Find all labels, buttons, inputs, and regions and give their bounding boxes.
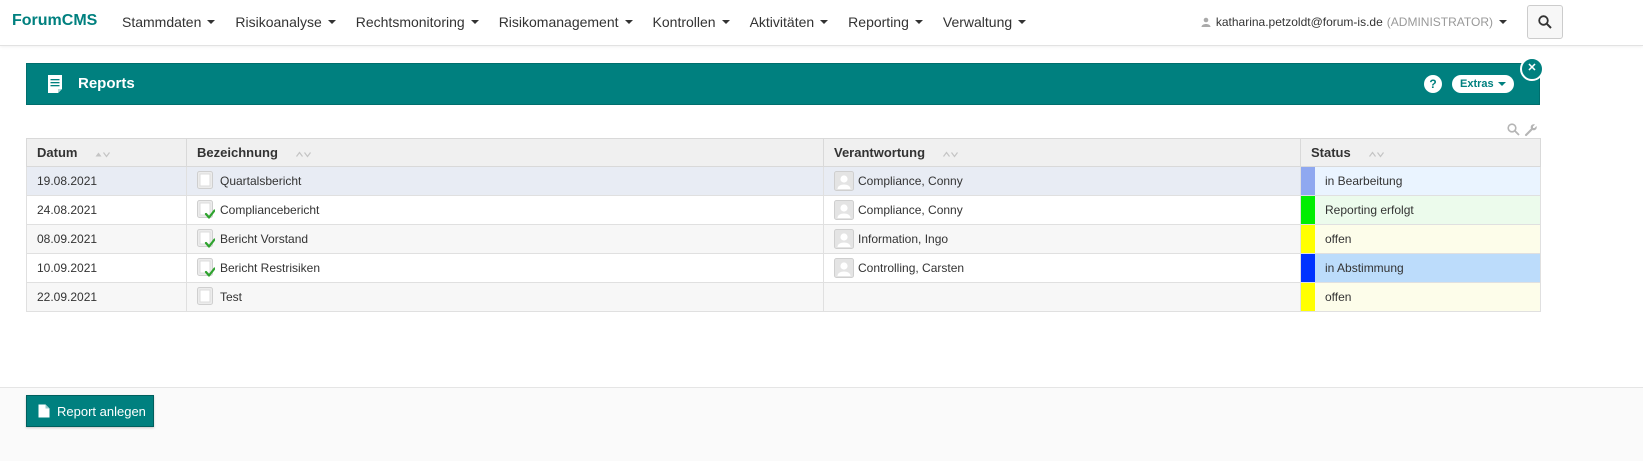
main-menu: Stammdaten Risikoanalyse Rechtsmonitorin… — [112, 0, 1036, 44]
caret-down-icon — [1499, 20, 1507, 24]
nav-item-risikomanagement[interactable]: Risikomanagement — [489, 0, 643, 44]
search-icon — [1538, 15, 1552, 29]
cell-status: offen — [1300, 224, 1541, 254]
cell-bezeichnung[interactable]: Compliancebericht — [186, 195, 824, 225]
cell-datum: 22.09.2021 — [26, 282, 187, 312]
nav-item-aktivitaeten[interactable]: Aktivitäten — [740, 0, 839, 44]
status-label: offen — [1325, 232, 1352, 246]
person-avatar-icon — [834, 171, 854, 191]
nav-item-stammdaten[interactable]: Stammdaten — [112, 0, 225, 44]
caret-down-icon — [820, 20, 829, 24]
nav-item-reporting[interactable]: Reporting — [838, 0, 933, 44]
status-label: in Bearbeitung — [1325, 174, 1403, 188]
status-color-indicator — [1301, 167, 1315, 195]
cell-datum: 08.09.2021 — [26, 224, 187, 254]
cell-bezeichnung[interactable]: Quartalsbericht — [186, 166, 824, 196]
column-header-bezeichnung[interactable]: Bezeichnung — [186, 138, 824, 167]
column-header-verantwortung[interactable]: Verantwortung — [823, 138, 1301, 167]
caret-down-icon — [470, 20, 479, 24]
nav-item-risikoanalyse[interactable]: Risikoanalyse — [225, 0, 345, 44]
document-icon — [197, 287, 213, 305]
caret-down-icon — [914, 20, 923, 24]
document-check-icon — [197, 200, 215, 219]
table-row[interactable]: 10.09.2021 Bericht Restrisiken Controlling… — [26, 253, 1541, 283]
user-menu[interactable]: katharina.petzoldt@forum-is.de (ADMINIST… — [1201, 0, 1507, 44]
document-check-icon — [197, 229, 215, 248]
cell-verantwortung — [823, 282, 1301, 312]
cell-status: in Abstimmung — [1300, 253, 1541, 283]
table-search-icon[interactable] — [1507, 123, 1520, 136]
column-header-status[interactable]: Status — [1300, 138, 1541, 167]
table-row[interactable]: 08.09.2021 Bericht Vorstand Information, I… — [26, 224, 1541, 254]
person-avatar-icon — [834, 229, 854, 249]
document-check-icon — [197, 258, 215, 277]
cell-status: in Bearbeitung — [1300, 166, 1541, 196]
cell-verantwortung: Controlling, Carsten — [823, 253, 1301, 283]
status-color-indicator — [1301, 225, 1315, 253]
cell-datum: 10.09.2021 — [26, 253, 187, 283]
status-color-indicator — [1301, 283, 1315, 311]
status-label: offen — [1325, 290, 1352, 304]
caret-down-icon — [1497, 82, 1506, 86]
nav-item-kontrollen[interactable]: Kontrollen — [643, 0, 740, 44]
brand-logo[interactable]: ForumCMS — [12, 12, 97, 30]
nav-item-verwaltung[interactable]: Verwaltung — [933, 0, 1036, 44]
reports-panel-header: Reports ? Extras — [26, 63, 1540, 105]
reports-table-body: 19.08.2021 Quartalsbericht Compliance, Con… — [26, 166, 1541, 312]
caret-down-icon — [207, 20, 216, 24]
user-icon — [1201, 17, 1211, 27]
global-search-button[interactable] — [1527, 5, 1563, 39]
table-header-row: Datum Bezeichnung Verantwortung Status — [26, 138, 1541, 167]
status-color-indicator — [1301, 254, 1315, 282]
sort-icon — [1368, 151, 1384, 158]
nav-item-rechtsmonitoring[interactable]: Rechtsmonitoring — [346, 0, 489, 44]
cell-datum: 24.08.2021 — [26, 195, 187, 225]
footer-bar — [0, 387, 1643, 461]
table-row[interactable]: 19.08.2021 Quartalsbericht Compliance, Con… — [26, 166, 1541, 196]
settings-wrench-icon[interactable] — [1524, 123, 1538, 137]
document-icon — [197, 171, 213, 189]
document-list-icon — [48, 75, 62, 93]
cell-verantwortung: Information, Ingo — [823, 224, 1301, 254]
person-avatar-icon — [834, 200, 854, 220]
caret-down-icon — [327, 20, 336, 24]
user-email: katharina.petzoldt@forum-is.de — [1215, 15, 1383, 29]
help-button[interactable]: ? — [1424, 75, 1442, 93]
cell-verantwortung: Compliance, Conny — [823, 195, 1301, 225]
status-label: Reporting erfolgt — [1325, 203, 1414, 217]
create-report-button[interactable]: Report anlegen — [26, 395, 154, 427]
new-document-icon — [38, 404, 50, 418]
caret-down-icon — [624, 20, 633, 24]
cell-bezeichnung[interactable]: Bericht Restrisiken — [186, 253, 824, 283]
cell-status: offen — [1300, 282, 1541, 312]
sort-icon — [295, 151, 311, 158]
page-title: Reports — [78, 75, 135, 92]
cell-bezeichnung[interactable]: Test — [186, 282, 824, 312]
cell-datum: 19.08.2021 — [26, 166, 187, 196]
caret-down-icon — [1018, 20, 1027, 24]
status-color-indicator — [1301, 196, 1315, 224]
person-avatar-icon — [834, 258, 854, 278]
column-header-datum[interactable]: Datum — [26, 138, 187, 167]
caret-down-icon — [721, 20, 730, 24]
reports-table: Datum Bezeichnung Verantwortung Status 1… — [26, 138, 1541, 312]
cell-bezeichnung[interactable]: Bericht Vorstand — [186, 224, 824, 254]
cell-status: Reporting erfolgt — [1300, 195, 1541, 225]
cell-verantwortung: Compliance, Conny — [823, 166, 1301, 196]
user-role: (ADMINISTRATOR) — [1386, 15, 1493, 29]
sort-icon — [95, 151, 111, 158]
sort-icon — [943, 151, 958, 158]
close-panel-button[interactable]: ✕ — [1520, 57, 1544, 81]
table-row[interactable]: 24.08.2021 Compliancebericht Compliance, C… — [26, 195, 1541, 225]
status-label: in Abstimmung — [1325, 261, 1404, 275]
top-navbar: ForumCMS Stammdaten Risikoanalyse Rechts… — [0, 0, 1643, 46]
table-row[interactable]: 22.09.2021 Test offen — [26, 282, 1541, 312]
extras-dropdown-button[interactable]: Extras — [1452, 75, 1514, 93]
